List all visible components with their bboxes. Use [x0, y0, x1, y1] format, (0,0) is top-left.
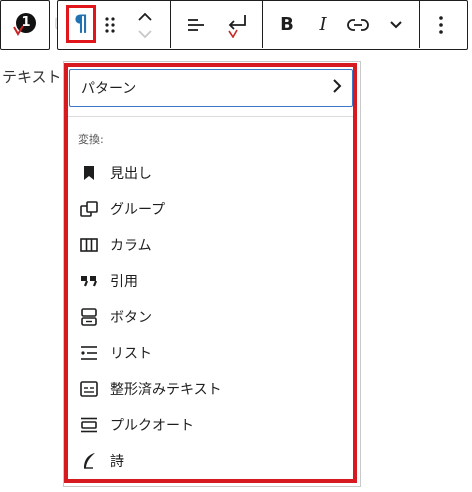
move-up-icon[interactable]	[137, 11, 153, 23]
transform-item-pullquote[interactable]: プルクオート	[78, 408, 348, 442]
transform-item-group[interactable]: グループ	[78, 192, 348, 226]
transform-item-label: ボタン	[110, 310, 152, 326]
transform-section-label: 変換:	[78, 133, 104, 146]
align-left-icon[interactable]	[186, 15, 206, 35]
columns-icon	[78, 234, 100, 256]
italic-button[interactable]: I	[312, 0, 334, 48]
transform-item-label: 引用	[110, 274, 138, 290]
bold-button[interactable]: B	[276, 0, 298, 48]
drag-handle-icon[interactable]	[104, 16, 116, 34]
toolbar-separator	[419, 1, 420, 48]
pullquote-icon	[78, 414, 100, 436]
transform-item-label: プルクオート	[110, 418, 194, 434]
transform-item-heading[interactable]: 見出し	[78, 156, 348, 190]
transform-item-label: カラム	[110, 238, 152, 254]
toolbar-separator	[262, 1, 263, 48]
patterns-menu-item[interactable]: パターン	[69, 69, 353, 107]
group-icon	[78, 198, 100, 220]
transform-item-label: 見出し	[110, 166, 152, 182]
transform-item-label: リスト	[110, 346, 152, 362]
preformatted-icon	[78, 378, 100, 400]
menu-divider	[64, 116, 357, 117]
toolbar-separator	[170, 1, 171, 48]
verse-icon	[78, 450, 100, 472]
link-icon[interactable]	[347, 16, 369, 34]
quote-icon	[78, 270, 100, 292]
transform-item-columns[interactable]: カラム	[78, 228, 348, 262]
transform-item-label: 整形済みテキスト	[110, 382, 222, 398]
transform-item-preformatted[interactable]: 整形済みテキスト	[78, 372, 348, 406]
editor-paragraph-text[interactable]: テキスト	[2, 66, 62, 87]
transform-item-quote[interactable]: 引用	[78, 264, 348, 298]
patterns-label: パターン	[81, 81, 137, 97]
more-options-icon[interactable]	[437, 15, 445, 35]
bold-label: B	[280, 13, 294, 35]
transform-item-buttons[interactable]: ボタン	[78, 300, 348, 334]
transform-item-label: グループ	[110, 202, 166, 218]
transform-item-verse[interactable]: 詩	[78, 444, 348, 478]
transform-item-label: 詩	[110, 454, 124, 470]
list-icon	[78, 342, 100, 364]
line-break-icon[interactable]	[224, 12, 250, 38]
transform-item-list[interactable]: リスト	[78, 336, 348, 370]
chevron-right-icon	[332, 78, 342, 98]
move-down-icon[interactable]	[137, 28, 153, 40]
paragraph-transform-button[interactable]: ¶	[66, 5, 96, 43]
buttons-icon	[78, 306, 100, 328]
chevron-down-icon[interactable]	[389, 19, 403, 31]
italic-label: I	[319, 13, 327, 35]
tick-mark-icon	[13, 25, 24, 36]
bookmark-icon	[78, 162, 100, 184]
